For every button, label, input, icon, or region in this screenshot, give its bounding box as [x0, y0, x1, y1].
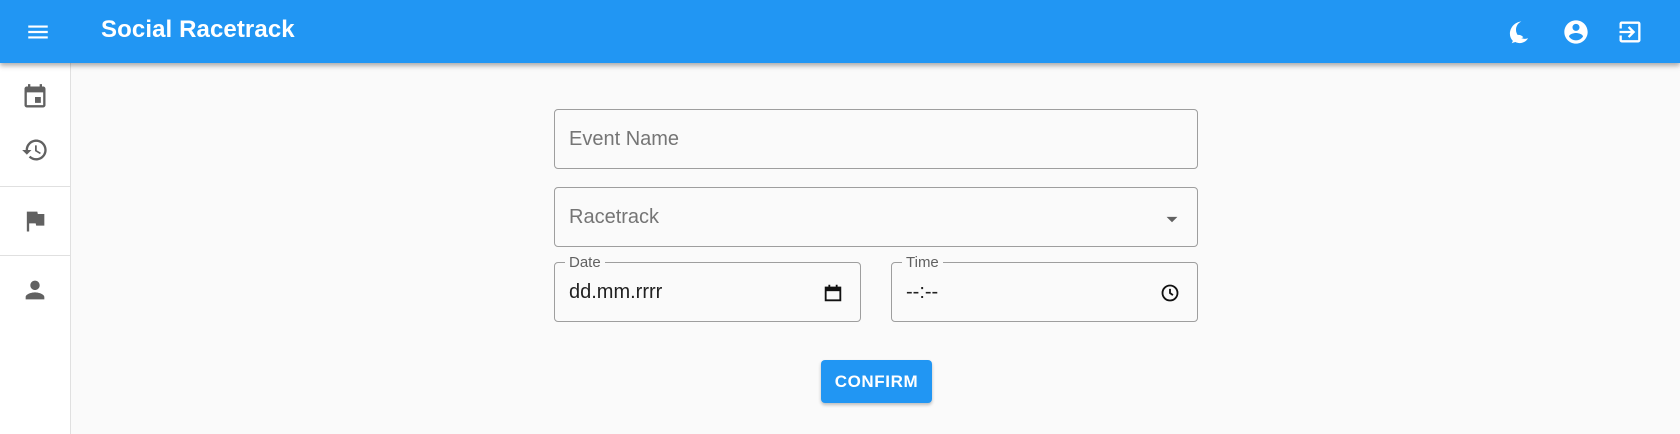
flag-icon [26, 211, 45, 232]
sidebar-item-history[interactable] [0, 126, 70, 174]
date-picker-button[interactable] [820, 280, 846, 306]
racetrack-dropdown-toggle[interactable] [1159, 206, 1185, 232]
sidebar-divider [0, 186, 70, 187]
event-name-placeholder: Event Name [569, 128, 680, 150]
account-button[interactable] [1558, 14, 1594, 50]
date-label: Date [565, 254, 605, 271]
racetrack-select[interactable]: Racetrack [554, 187, 1198, 247]
time-value: --:-- [906, 281, 939, 303]
person-icon [25, 280, 45, 300]
clock-icon [1161, 284, 1179, 302]
event-name-field[interactable]: Event Name [554, 109, 1198, 169]
confirm-button[interactable]: CONFIRM [821, 360, 932, 403]
menu-button[interactable] [18, 14, 58, 50]
sidebar-divider [0, 255, 70, 256]
sidebar-item-events[interactable] [0, 73, 70, 121]
time-field[interactable]: Time --:-- [891, 254, 1198, 322]
arrow-drop-down-icon [1166, 216, 1178, 223]
calendar-icon [24, 84, 46, 108]
sidebar-item-profile[interactable] [0, 266, 70, 314]
calendar-picker-icon [824, 284, 842, 302]
logout-icon [1619, 21, 1641, 43]
logout-button[interactable] [1612, 14, 1648, 50]
account-circle-icon [1564, 20, 1588, 44]
dark-mode-button[interactable] [1503, 14, 1539, 50]
navigation-rail [0, 63, 71, 434]
history-icon [22, 139, 47, 161]
time-picker-button[interactable] [1157, 280, 1183, 306]
sidebar-item-racetracks[interactable] [0, 197, 70, 245]
date-value: dd.mm.rrrr [569, 281, 663, 303]
date-field[interactable]: Date dd.mm.rrrr [554, 254, 861, 322]
racetrack-placeholder: Racetrack [569, 206, 660, 228]
menu-icon [28, 25, 48, 39]
app-bar: Social Racetrack [0, 0, 1680, 63]
time-label: Time [902, 254, 943, 271]
dark-mode-icon [1509, 21, 1529, 44]
app-title: Social Racetrack [101, 16, 295, 43]
